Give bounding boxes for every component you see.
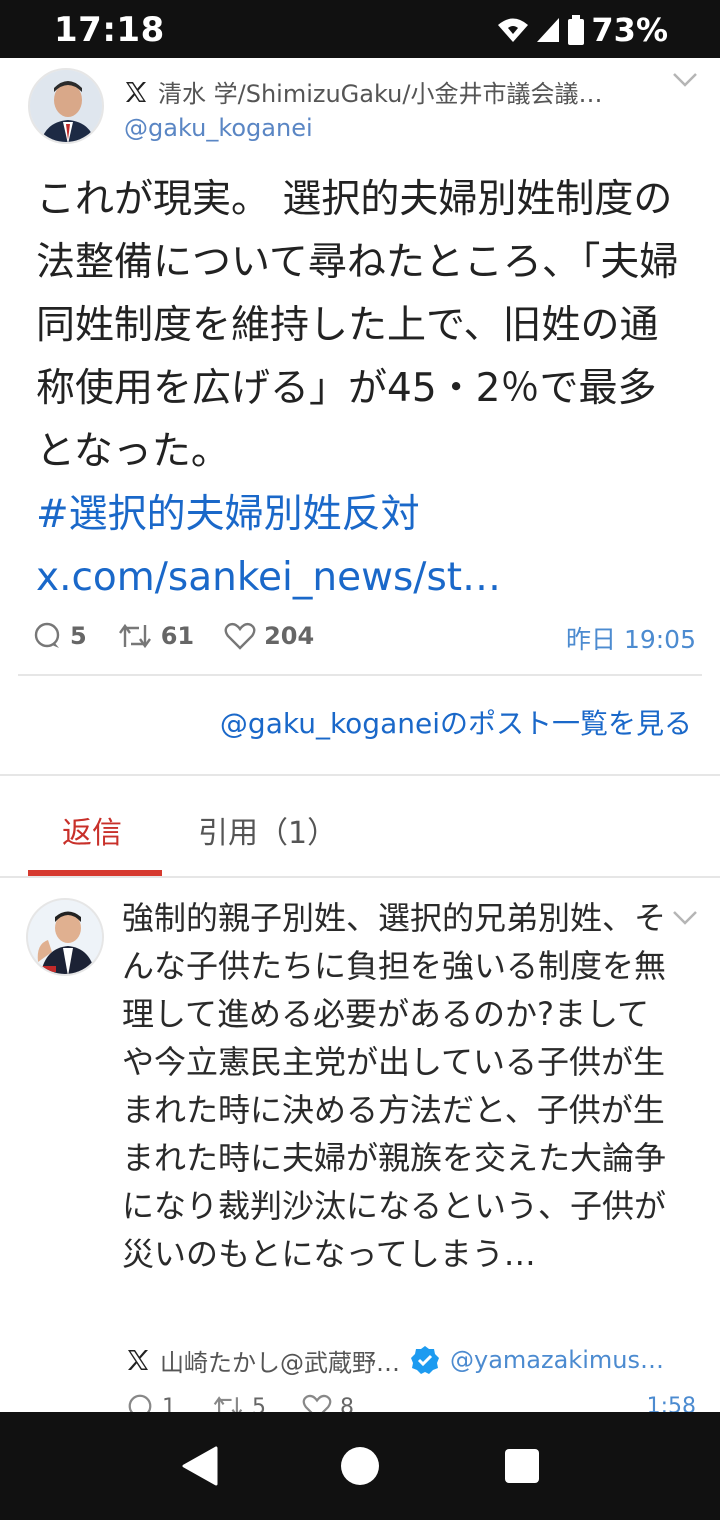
reply-actions: 1 5 8 1:58 — [126, 1392, 696, 1412]
like-count: 204 — [264, 622, 315, 650]
main-content[interactable]: 清水 学/ShimizuGaku/小金井市議会議… @gaku_koganei … — [0, 58, 720, 1412]
x-logo-icon — [126, 81, 146, 102]
tweet-handle[interactable]: @gaku_koganei — [124, 114, 313, 142]
status-time: 17:18 — [54, 10, 165, 50]
recent-apps-icon[interactable] — [504, 1448, 540, 1484]
chevron-down-icon[interactable] — [672, 910, 698, 926]
retweet-button[interactable]: 5 — [212, 1393, 266, 1412]
reply-avatar[interactable] — [26, 898, 104, 976]
reply-button[interactable]: 1 — [126, 1393, 176, 1412]
reply-author-line[interactable]: 山崎たかし@武蔵野… @yamazakimus… — [126, 1342, 696, 1378]
home-icon[interactable] — [340, 1446, 380, 1486]
divider — [0, 876, 720, 878]
chevron-down-icon[interactable] — [672, 72, 698, 88]
reply-timestamp[interactable]: 1:58 — [647, 1394, 696, 1412]
battery-icon — [568, 15, 585, 45]
retweet-button[interactable]: 61 — [117, 621, 194, 651]
back-icon[interactable] — [180, 1446, 218, 1486]
reply-count: 5 — [70, 622, 87, 650]
retweet-count: 5 — [252, 1394, 266, 1413]
tweet-name-line[interactable]: 清水 学/ShimizuGaku/小金井市議会議… — [124, 74, 644, 109]
verified-badge-icon — [411, 1346, 439, 1374]
status-icons: 73% — [497, 11, 668, 49]
retweet-count: 61 — [160, 622, 195, 650]
reply-display-name: 山崎たかし@武蔵野… — [160, 1348, 400, 1377]
avatar[interactable] — [28, 68, 104, 144]
reply-icon — [128, 1394, 152, 1412]
tweet-actions: 5 61 204 昨日 19:05 — [32, 618, 696, 654]
retweet-icon — [213, 1396, 243, 1412]
tweet-text: これが現実。 選択的夫婦別姓制度の法整備について尋ねたところ、「夫婦同姓制度を維… — [36, 177, 679, 474]
x-logo-icon — [128, 1350, 148, 1370]
reply-icon — [34, 622, 60, 648]
heart-icon — [224, 622, 256, 650]
reply-button[interactable]: 5 — [32, 621, 87, 651]
hashtag-link[interactable]: #選択的夫婦別姓反対 — [36, 483, 686, 546]
reply-handle: @yamazakimus… — [450, 1346, 664, 1374]
like-button[interactable]: 8 — [302, 1394, 354, 1412]
navigation-bar — [0, 1412, 720, 1520]
status-bar: 17:18 73% — [0, 0, 720, 58]
tab-bar: 返信 引用（1） — [0, 778, 720, 878]
see-all-posts-link[interactable]: @gaku_koganeiのポスト一覧を見る — [220, 702, 692, 742]
battery-percent: 73% — [591, 11, 668, 49]
retweet-icon — [118, 623, 151, 649]
tweet-body: これが現実。 選択的夫婦別姓制度の法整備について尋ねたところ、「夫婦同姓制度を維… — [36, 168, 686, 609]
like-button[interactable]: 204 — [224, 622, 314, 650]
reply-count: 1 — [162, 1394, 176, 1413]
tab-quotes[interactable]: 引用（1） — [198, 808, 337, 852]
heart-icon — [302, 1394, 332, 1412]
signal-icon — [537, 18, 560, 42]
tweet-display-name: 清水 学/ShimizuGaku/小金井市議会議… — [158, 80, 603, 108]
article-link[interactable]: x.com/sankei_news/st… — [36, 546, 516, 609]
tweet-timestamp[interactable]: 昨日 19:05 — [566, 620, 696, 656]
divider — [18, 674, 702, 676]
reply-text: 強制的親子別姓、選択的兄弟別姓、そんな子供たちに負担を強いる制度を無理して進める… — [122, 899, 667, 1273]
tab-replies[interactable]: 返信 — [62, 808, 122, 852]
divider — [0, 774, 720, 776]
like-count: 8 — [340, 1394, 354, 1413]
wifi-icon — [498, 18, 529, 42]
